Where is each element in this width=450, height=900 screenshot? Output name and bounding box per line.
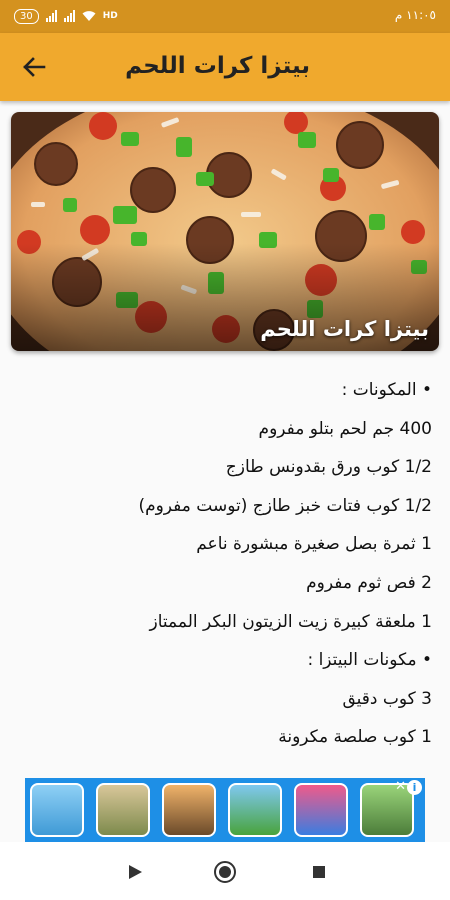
- ingredient-item: 1/2 كوب ورق بقدونس طازج: [225, 457, 432, 478]
- recipe-image: بيتزا كرات اللحم: [11, 112, 439, 351]
- ad-game-tile[interactable]: [294, 783, 348, 837]
- wifi-icon: [82, 11, 96, 21]
- status-time: ١١:٠٥ م: [394, 8, 436, 22]
- nav-back-button[interactable]: [122, 859, 148, 885]
- circle-home-icon: [214, 861, 236, 883]
- section-heading: المكونات :: [12, 371, 432, 410]
- info-icon[interactable]: i: [407, 780, 422, 795]
- recipe-image-caption: بيتزا كرات اللحم: [260, 317, 429, 341]
- ad-game-tile[interactable]: [30, 783, 84, 837]
- ad-game-tile[interactable]: [96, 783, 150, 837]
- close-icon[interactable]: ✕: [395, 779, 406, 794]
- status-bar: 30 HD ١١:٠٥ م: [0, 0, 450, 33]
- ingredient-item: 1 ملعقة كبيرة زيت الزيتون البكر الممتاز: [149, 611, 432, 632]
- ad-banner[interactable]: i ✕: [25, 778, 425, 842]
- arrow-back-icon: [23, 57, 46, 77]
- ingredient-item: 400 جم لحم بتلو مفروم: [258, 418, 432, 439]
- battery-icon: 30: [14, 8, 39, 24]
- page-title: بيتزا كرات اللحم: [125, 53, 310, 79]
- back-button[interactable]: [18, 51, 50, 83]
- system-nav-bar: [0, 842, 450, 900]
- ingredient-item: 1 كوب صلصة مكرونة: [278, 727, 432, 748]
- ingredient-item: 2 فص ثوم مفروم: [306, 572, 432, 593]
- ingredient-item: 1/2 كوب فتات خبز طازج (توست مفروم): [138, 495, 432, 516]
- nav-recents-button[interactable]: [306, 859, 332, 885]
- ad-game-tile[interactable]: [162, 783, 216, 837]
- screen: 30 HD ١١:٠٥ م بيتزا كرات اللحم بيتزا كرا…: [0, 0, 450, 900]
- ad-game-tile[interactable]: [228, 783, 282, 837]
- status-icons: 30 HD: [14, 6, 118, 26]
- app-bar: بيتزا كرات اللحم: [0, 33, 450, 101]
- signal-icon-2: [63, 10, 75, 22]
- signal-icon: [45, 10, 57, 22]
- nav-home-button[interactable]: [212, 859, 238, 885]
- triangle-back-icon: [129, 865, 142, 879]
- square-recents-icon: [313, 866, 325, 878]
- recipe-content: المكونات : 400 جم لحم بتلو مفروم 1/2 كوب و…: [12, 371, 432, 757]
- ingredient-item: 1 ثمرة بصل صغيرة مبشورة ناعم: [196, 534, 432, 555]
- ingredient-item: 3 كوب دقيق: [342, 688, 432, 709]
- network-type-label: HD: [102, 11, 118, 21]
- section-heading: مكونات البيتزا :: [12, 641, 432, 680]
